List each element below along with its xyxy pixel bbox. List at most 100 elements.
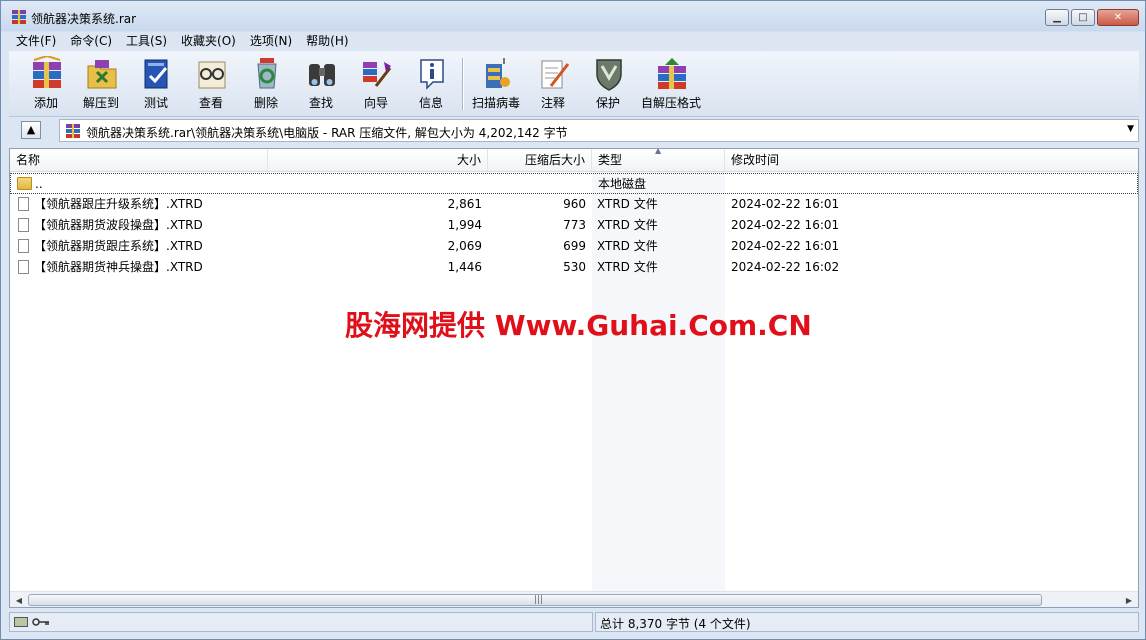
extract-folder-icon (87, 60, 117, 89)
rar-archive-icon (66, 124, 80, 138)
file-packed-size: 530 (563, 260, 586, 274)
scroll-left-icon[interactable]: ◀ (12, 594, 26, 607)
file-packed-size: 960 (563, 197, 586, 211)
file-icon (18, 260, 29, 274)
parent-type: 本地磁盘 (598, 177, 647, 191)
file-name: 【领航器期货神兵操盘】.XTRD (34, 260, 203, 274)
close-icon: ✕ (1113, 12, 1123, 23)
delete-button[interactable]: 删除 (239, 54, 293, 112)
file-list[interactable]: 名称 大小 压缩后大小 类型 修改时间 ▲ .. 本地磁盘 【领航器跟庄升级系统… (9, 148, 1139, 608)
grip-icon: ||| (534, 595, 544, 605)
table-row[interactable]: 【领航器期货波段操盘】.XTRD 1,994 773 XTRD 文件 2024-… (10, 215, 1138, 236)
window-controls: ▁ □ ✕ (1045, 9, 1139, 26)
file-packed-size: 773 (563, 218, 586, 232)
wizard-button[interactable]: 向导 (349, 54, 403, 112)
up-arrow-icon: ▲ (26, 123, 36, 136)
menu-favorites[interactable]: 收藏夹(O) (174, 32, 243, 50)
protect-label: 保护 (595, 96, 620, 110)
title-bar[interactable]: 领航器决策系统.rar ▁ □ ✕ (1, 1, 1145, 31)
table-row[interactable]: 【领航器期货神兵操盘】.XTRD 1,446 530 XTRD 文件 2024-… (10, 257, 1138, 278)
view-button[interactable]: 查看 (184, 54, 238, 112)
menu-bar: 文件(F) 命令(C) 工具(S) 收藏夹(O) 选项(N) 帮助(H) (9, 32, 356, 50)
scroll-right-icon[interactable]: ▶ (1122, 594, 1136, 607)
menu-tools[interactable]: 工具(S) (119, 32, 174, 50)
address-field[interactable]: 领航器决策系统.rar\领航器决策系统\电脑版 - RAR 压缩文件, 解包大小… (59, 119, 1139, 142)
menu-file[interactable]: 文件(F) (9, 32, 63, 50)
file-icon (18, 197, 29, 211)
status-right-panel: 总计 8,370 字节 (4 个文件) (595, 612, 1139, 632)
status-bar: 总计 8,370 字节 (4 个文件) (9, 611, 1139, 633)
column-header-modified[interactable]: 修改时间 (725, 149, 1138, 171)
view-glasses-icon (198, 61, 226, 89)
sfx-label: 自解压格式 (640, 96, 701, 110)
up-folder-button[interactable]: ▲ (21, 121, 41, 139)
file-type: XTRD 文件 (597, 197, 658, 211)
info-button[interactable]: 信息 (404, 54, 458, 112)
protect-button[interactable]: 保护 (581, 54, 635, 112)
file-size: 1,446 (447, 260, 482, 274)
status-summary: 总计 8,370 字节 (4 个文件) (600, 617, 751, 631)
chevron-down-icon[interactable]: ▼ (1127, 124, 1134, 134)
file-name: 【领航器期货波段操盘】.XTRD (34, 218, 203, 232)
file-type: XTRD 文件 (597, 260, 658, 274)
window-title: 领航器决策系统.rar (31, 12, 137, 26)
wizard-icon (363, 62, 392, 87)
status-left-panel (9, 612, 593, 632)
comment-button[interactable]: 注释 (526, 54, 580, 112)
file-icon (18, 239, 29, 253)
close-button[interactable]: ✕ (1097, 9, 1139, 26)
column-header-name[interactable]: 名称 (10, 149, 268, 171)
parent-name: .. (35, 177, 43, 191)
parent-folder-row[interactable]: .. 本地磁盘 (10, 173, 1138, 194)
minimize-icon: ▁ (1053, 12, 1061, 23)
maximize-button[interactable]: □ (1071, 9, 1095, 26)
file-modified: 2024-02-22 16:02 (731, 260, 840, 274)
protect-shield-icon (596, 59, 622, 91)
add-books-icon (33, 56, 61, 88)
table-row[interactable]: 【领航器期货跟庄系统】.XTRD 2,069 699 XTRD 文件 2024-… (10, 236, 1138, 257)
file-size: 1,994 (447, 218, 482, 232)
extract-to-button[interactable]: 解压到 (74, 54, 128, 112)
info-label: 信息 (418, 96, 443, 110)
comment-pen-icon (541, 60, 570, 89)
scan-virus-icon (486, 58, 510, 88)
scrollbar-thumb[interactable]: ||| (28, 594, 1042, 606)
sfx-button[interactable]: 自解压格式 (641, 54, 701, 112)
test-book-icon (144, 59, 168, 89)
menu-help[interactable]: 帮助(H) (299, 32, 355, 50)
horizontal-scrollbar[interactable]: ◀ ||| ▶ (10, 591, 1138, 607)
address-path: 领航器决策系统.rar\领航器决策系统\电脑版 - RAR 压缩文件, 解包大小… (86, 126, 568, 140)
toolbar: 添加 解压到 测试 查看 删除 查找 向导 信息 扫描病毒 注释 保护 自解压格… (9, 51, 1139, 117)
sfx-icon (658, 58, 686, 89)
file-type: XTRD 文件 (597, 239, 658, 253)
minimize-button[interactable]: ▁ (1045, 9, 1069, 26)
scan-virus-button[interactable]: 扫描病毒 (469, 54, 523, 112)
list-header: 名称 大小 压缩后大小 类型 修改时间 ▲ (10, 149, 1138, 172)
find-button[interactable]: 查找 (294, 54, 348, 112)
file-icon (18, 218, 29, 232)
sort-ascending-icon: ▲ (655, 148, 662, 155)
add-button[interactable]: 添加 (19, 54, 73, 112)
file-modified: 2024-02-22 16:01 (731, 197, 840, 211)
column-header-size[interactable]: 大小 (268, 149, 488, 171)
file-modified: 2024-02-22 16:01 (731, 239, 840, 253)
column-header-packed[interactable]: 压缩后大小 (488, 149, 592, 171)
address-bar: ▲ 领航器决策系统.rar\领航器决策系统\电脑版 - RAR 压缩文件, 解包… (9, 117, 1139, 145)
winrar-window: 领航器决策系统.rar ▁ □ ✕ 文件(F) 命令(C) 工具(S) 收藏夹(… (0, 0, 1146, 640)
test-button[interactable]: 测试 (129, 54, 183, 112)
file-packed-size: 699 (563, 239, 586, 253)
watermark-text: 股海网提供 Www.Guhai.Com.CN (345, 309, 812, 342)
delete-recycle-icon (257, 58, 277, 89)
folder-icon (17, 177, 32, 190)
drive-icon[interactable] (14, 617, 28, 627)
winrar-app-icon (12, 10, 26, 24)
file-name: 【领航器跟庄升级系统】.XTRD (34, 197, 203, 211)
table-row[interactable]: 【领航器跟庄升级系统】.XTRD 2,861 960 XTRD 文件 2024-… (10, 194, 1138, 215)
key-icon[interactable] (32, 617, 50, 627)
info-icon (420, 59, 444, 90)
menu-command[interactable]: 命令(C) (63, 32, 119, 50)
file-size: 2,861 (447, 197, 482, 211)
file-type: XTRD 文件 (597, 218, 658, 232)
menu-options[interactable]: 选项(N) (243, 32, 299, 50)
find-binoculars-icon (309, 64, 335, 86)
